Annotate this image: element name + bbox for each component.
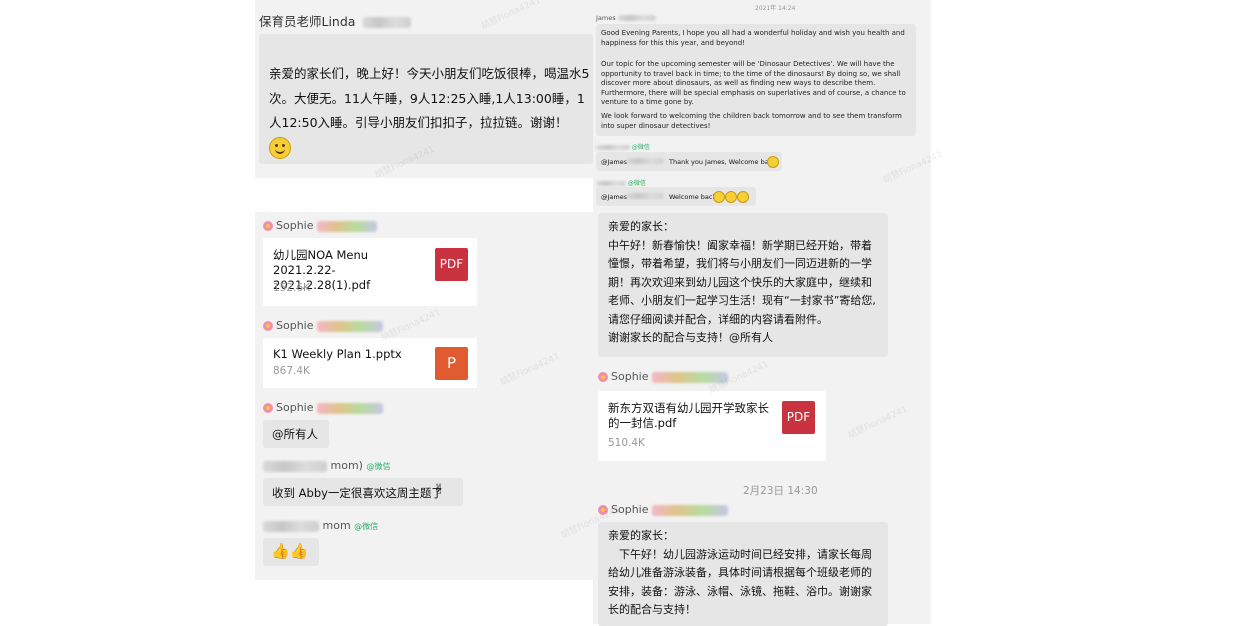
blurred-name [317,320,383,332]
message-paragraph-3: We look forward to welcoming the childre… [601,112,902,130]
reply-bubble-2: @James Welcome back [596,187,756,206]
smile-emoji-icon [269,137,291,159]
pptx-file-icon: P [435,347,468,380]
sender-reply-1: @微信 [596,142,650,151]
blurred-name [263,520,319,532]
sender-sophie-4: Sophie [598,370,728,383]
blurred-name [652,504,728,516]
reply-bubble-1: @James Thank you James, Welcome back [596,152,782,171]
reply-text: Welcome back [669,193,717,201]
file-card-weekly-plan[interactable]: K1 Weekly Plan 1.pptx 867.4K P [263,338,477,388]
file-title: K1 Weekly Plan 1.pptx [273,347,402,361]
mention-prefix: @James [601,158,628,166]
victory-hand-icon: ✌ [433,482,445,498]
smile-emoji-icon [767,156,779,168]
pdf-file-icon: PDF [435,248,468,281]
blurred-name [626,193,664,199]
wechat-tag: @微信 [354,522,379,531]
message-paragraph-2: Our topic for the upcoming semester will… [601,60,906,107]
file-card-noa-menu[interactable]: 幼儿园NOA Menu 2021.2.22-2021.2.28(1).pdf 1… [263,238,477,306]
blurred-name [617,15,656,21]
sender-sophie-1: Sophie [263,219,377,232]
blurred-name [626,158,664,164]
message-text: 收到 Abby一定很喜欢这周主题了 [272,486,443,500]
message-bubble-abby: 收到 Abby一定很喜欢这周主题了 ✌ [263,478,463,506]
message-bubble-letter: 亲爱的家长： 中午好！新春愉快！阖家幸福！新学期已经开始，带着憧憬，带着希望，我… [598,213,888,357]
file-title: 新东方双语有幼儿园开学致家长的一封信.pdf [608,401,769,430]
sender-name: 保育员老师Linda [259,14,356,29]
timestamp-top: 2021年 14:24 [755,5,796,12]
blurred-name [596,181,626,186]
wechat-tag: @微信 [366,462,391,471]
flower-icon [598,372,608,382]
file-size: 510.4K [608,437,645,449]
mention-all-bubble: @所有人 [263,420,329,448]
flower-icon [263,403,273,413]
message-bubble-james: Good Evening Parents, I hope you all had… [596,24,916,136]
sender-reply-2: @微信 [596,178,646,187]
blurred-name [317,402,383,414]
emoji-row-icon [713,191,749,203]
thumbs-up-icon: 👍👍 [271,542,309,560]
flower-icon [263,321,273,331]
message-paragraph-1: Good Evening Parents, I hope you all had… [601,29,905,47]
mention-text: @所有人 [272,427,318,441]
blurred-name [363,17,412,28]
thumbs-up-bubble: 👍👍 [263,538,319,566]
reply-text: Thank you James, Welcome back [669,158,777,166]
sender-mom-1: mom) @微信 [263,459,390,472]
pdf-file-icon: PDF [782,401,815,434]
blurred-name [263,460,327,472]
sender-mom-2: mom @微信 [263,519,378,532]
sender-sophie-3: Sophie [263,401,383,414]
sender-sophie-2: Sophie [263,319,383,332]
blurred-name [596,145,630,150]
file-card-parent-letter[interactable]: 新东方双语有幼儿园开学致家长的一封信.pdf 510.4K PDF [598,391,826,461]
file-size: 152.6K [273,282,310,294]
letter-text: 亲爱的家长： 中午好！新春愉快！阖家幸福！新学期已经开始，带着憧憬，带着希望，我… [608,220,876,344]
blurred-name [317,220,377,232]
timestamp-mid: 2月23日 14:30 [743,485,818,497]
mention-prefix: @James [601,193,628,201]
message-bubble-swim: 亲爱的家长： 下午好！幼儿园游泳运动时间已经安排，请家长每周给幼儿准备游泳装备，… [598,522,888,626]
flower-icon [263,221,273,231]
sender-james: James [596,14,656,22]
sender-header-linda: 保育员老师Linda [259,11,412,30]
swim-text: 亲爱的家长： 下午好！幼儿园游泳运动时间已经安排，请家长每周给幼儿准备游泳装备，… [608,529,872,616]
file-size: 867.4K [273,365,310,377]
